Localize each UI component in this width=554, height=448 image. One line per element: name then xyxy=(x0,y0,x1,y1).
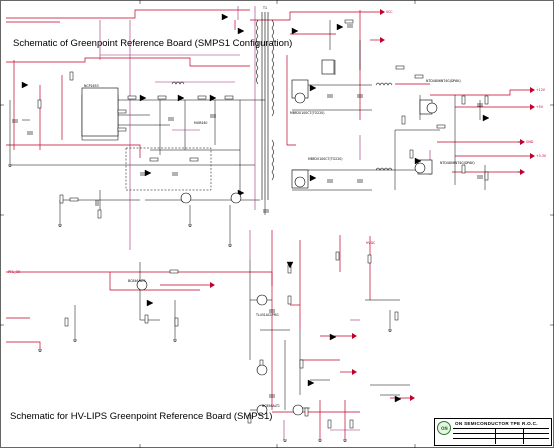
title-block-company: ON SEMICONDUCTOR TPE R.O.C. xyxy=(455,421,538,426)
label-mbr-upper: MBR20100CT(TO220) xyxy=(290,111,325,115)
capacitors xyxy=(12,24,483,398)
label-ic-ncp1653: NCP1653 xyxy=(84,84,99,88)
label-transformer: T1 xyxy=(263,6,267,10)
label-bc856: BC856ALT1 xyxy=(262,404,280,408)
output-arrows xyxy=(210,9,535,401)
title-block-divider-2 xyxy=(453,433,549,434)
net-vcc: VCC xyxy=(386,10,393,14)
title-block-divider xyxy=(453,428,549,429)
net-pfc-ok: PFC_OK xyxy=(8,270,21,274)
diodes xyxy=(21,13,490,403)
label-mbr-lower: MBR20100CT(TO220) xyxy=(308,157,343,161)
black-wires xyxy=(9,20,486,411)
label-ntd-bottom: NTD4806NT4G(DPAK) xyxy=(440,161,475,165)
label-ntd-top: NTD4806NT4G(DPAK) xyxy=(426,79,461,83)
sheet-border xyxy=(0,0,554,448)
schematic-sheet xyxy=(0,0,554,448)
label-tl431: TL431ACLPRG xyxy=(256,313,279,317)
ic-ncp1653 xyxy=(81,87,119,137)
title-block: ON ON SEMICONDUCTOR TPE R.O.C. xyxy=(434,418,552,446)
sheet-ruler-ticks xyxy=(0,0,554,448)
net-12v: +12V xyxy=(536,88,545,92)
net-gnd: GND xyxy=(526,140,534,144)
title-block-divider-3 xyxy=(453,438,549,439)
regulator-box xyxy=(321,59,335,75)
net-33v: +3.3V xyxy=(536,154,546,158)
onsemi-logo-icon: ON xyxy=(437,421,451,435)
net-5v: +5V xyxy=(536,105,543,109)
net-hvdc: HVDC xyxy=(366,241,376,245)
title-block-vdivider xyxy=(495,428,496,444)
label-bc846: BC846ALT1 xyxy=(128,279,146,283)
label-mur440: MUR440 xyxy=(194,121,208,125)
pfc-dashed-box xyxy=(125,147,212,191)
title-hvlips: Schematic for HV-LIPS Greenpoint Referen… xyxy=(10,411,273,422)
title-smps1: Schematic of Greenpoint Reference Board … xyxy=(13,38,293,49)
title-block-vdivider-2 xyxy=(523,428,524,444)
